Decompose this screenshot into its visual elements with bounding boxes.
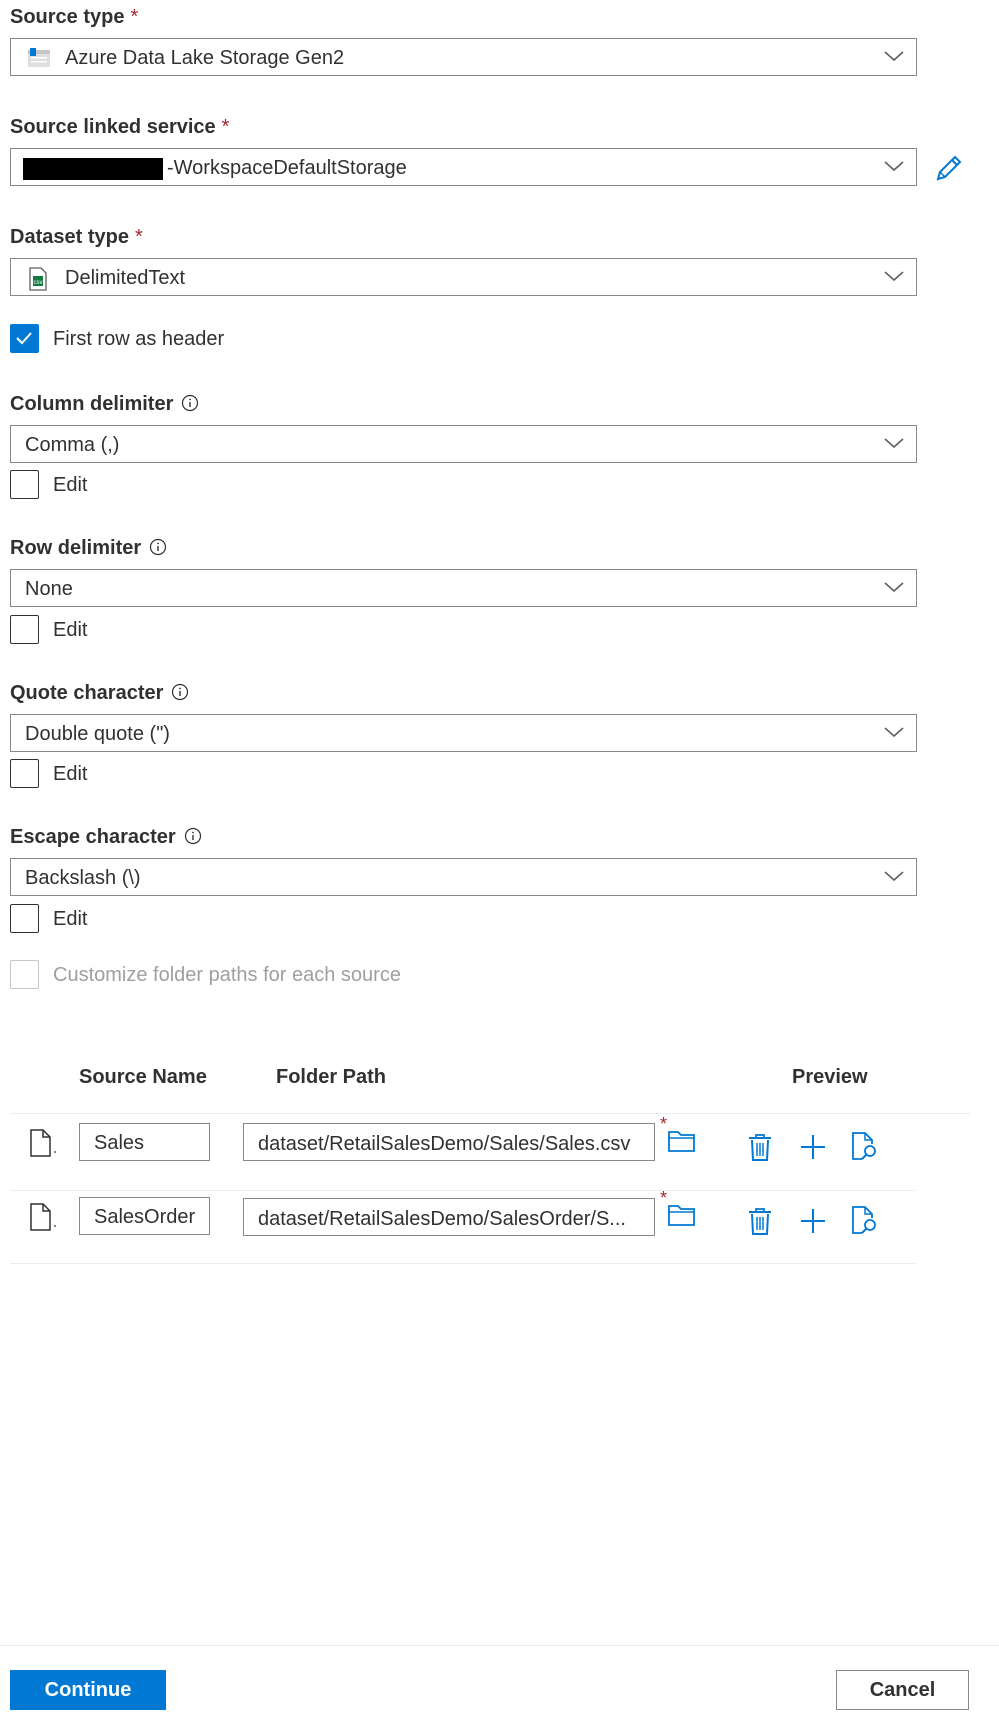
dataset-type-value: DelimitedText bbox=[65, 267, 186, 289]
first-row-header-checkbox[interactable] bbox=[10, 324, 39, 353]
add-icon[interactable] bbox=[798, 1132, 828, 1167]
table-row: SalesOrder dataset/RetailSalesDemo/Sales… bbox=[0, 1188, 999, 1264]
source-type-dropdown[interactable]: Azure Data Lake Storage Gen2 bbox=[10, 38, 917, 76]
linked-service-label: Source linked service * bbox=[10, 116, 230, 138]
storage-icon bbox=[27, 47, 51, 74]
folder-path-input[interactable]: dataset/RetailSalesDemo/SalesOrder/S... bbox=[243, 1198, 655, 1236]
footer-divider bbox=[0, 1645, 999, 1646]
escape-character-label: Escape character bbox=[10, 826, 202, 851]
column-delimiter-value: Comma (,) bbox=[25, 434, 120, 456]
required-mark: * bbox=[660, 1188, 668, 1208]
source-type-label: Source type * bbox=[10, 6, 139, 28]
delete-icon[interactable] bbox=[747, 1206, 773, 1241]
quote-character-value: Double quote (") bbox=[25, 723, 170, 745]
row-delimiter-edit-label: Edit bbox=[53, 619, 88, 641]
escape-character-edit-label: Edit bbox=[53, 908, 88, 930]
info-icon[interactable] bbox=[149, 538, 167, 562]
svg-text:csv: csv bbox=[34, 280, 43, 286]
row-divider bbox=[10, 1263, 915, 1264]
chevron-down-icon bbox=[884, 159, 904, 178]
csv-file-icon: csv bbox=[27, 267, 49, 296]
row-delimiter-edit-checkbox[interactable] bbox=[10, 615, 39, 644]
chevron-down-icon bbox=[884, 269, 904, 288]
info-icon[interactable] bbox=[171, 683, 189, 707]
quote-character-dropdown[interactable]: Double quote (") bbox=[10, 714, 917, 752]
folder-icon[interactable] bbox=[667, 1202, 697, 1233]
chevron-down-icon bbox=[884, 580, 904, 599]
source-name-input[interactable]: Sales bbox=[79, 1123, 210, 1161]
quote-character-edit-checkbox[interactable] bbox=[10, 759, 39, 788]
escape-character-dropdown[interactable]: Backslash (\) bbox=[10, 858, 917, 896]
chevron-down-icon bbox=[884, 725, 904, 744]
escape-character-value: Backslash (\) bbox=[25, 867, 141, 889]
row-divider bbox=[10, 1190, 915, 1191]
chevron-down-icon bbox=[884, 49, 904, 68]
preview-header: Preview bbox=[792, 1066, 868, 1088]
chevron-down-icon bbox=[884, 869, 904, 888]
customize-paths-checkbox[interactable] bbox=[10, 960, 39, 989]
row-delimiter-label: Row delimiter bbox=[10, 537, 167, 562]
quote-character-label: Quote character bbox=[10, 682, 189, 707]
table-row: Sales dataset/RetailSalesDemo/Sales/Sale… bbox=[0, 1114, 999, 1190]
quote-character-edit-label: Edit bbox=[53, 763, 88, 785]
dataset-type-dropdown[interactable]: csv DelimitedText bbox=[10, 258, 917, 296]
folder-icon[interactable] bbox=[667, 1128, 697, 1159]
file-icon bbox=[28, 1202, 60, 1239]
source-name-input[interactable]: SalesOrder bbox=[79, 1197, 210, 1235]
redacted-block bbox=[23, 158, 163, 180]
info-icon[interactable] bbox=[181, 394, 199, 418]
pencil-icon[interactable] bbox=[934, 153, 964, 188]
linked-service-value: -WorkspaceDefaultStorage bbox=[167, 157, 407, 179]
column-delimiter-dropdown[interactable]: Comma (,) bbox=[10, 425, 917, 463]
preview-icon[interactable] bbox=[850, 1204, 880, 1241]
info-icon[interactable] bbox=[184, 827, 202, 851]
continue-button[interactable]: Continue bbox=[10, 1670, 166, 1710]
source-name-header: Source Name bbox=[79, 1066, 207, 1088]
table-divider bbox=[10, 1113, 970, 1114]
first-row-header-label: First row as header bbox=[53, 328, 225, 350]
folder-path-input[interactable]: dataset/RetailSalesDemo/Sales/Sales.csv bbox=[243, 1123, 655, 1161]
preview-icon[interactable] bbox=[850, 1130, 880, 1167]
customize-paths-label: Customize folder paths for each source bbox=[53, 964, 401, 986]
add-icon[interactable] bbox=[798, 1206, 828, 1241]
column-delimiter-edit-label: Edit bbox=[53, 474, 88, 496]
row-delimiter-value: None bbox=[25, 578, 73, 600]
delete-icon[interactable] bbox=[747, 1132, 773, 1167]
row-delimiter-dropdown[interactable]: None bbox=[10, 569, 917, 607]
column-delimiter-label: Column delimiter bbox=[10, 393, 199, 418]
source-type-value: Azure Data Lake Storage Gen2 bbox=[65, 47, 345, 69]
chevron-down-icon bbox=[884, 436, 904, 455]
checkmark-icon bbox=[16, 332, 32, 345]
file-icon bbox=[28, 1128, 60, 1165]
column-delimiter-edit-checkbox[interactable] bbox=[10, 470, 39, 499]
escape-character-edit-checkbox[interactable] bbox=[10, 904, 39, 933]
linked-service-dropdown[interactable]: -WorkspaceDefaultStorage bbox=[10, 148, 917, 186]
required-mark: * bbox=[660, 1114, 668, 1134]
dataset-type-label: Dataset type * bbox=[10, 226, 143, 248]
folder-path-header: Folder Path bbox=[276, 1066, 387, 1088]
cancel-button[interactable]: Cancel bbox=[836, 1670, 969, 1710]
